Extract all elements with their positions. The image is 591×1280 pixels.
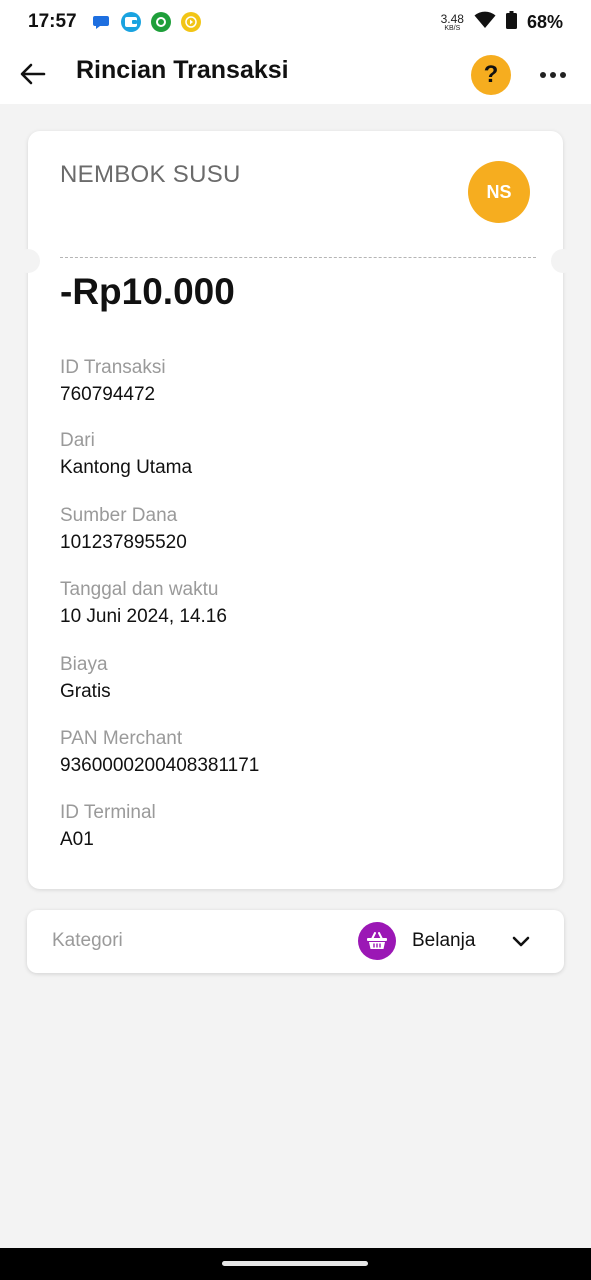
- detail-fee: Biaya Gratis: [60, 653, 111, 704]
- category-selector[interactable]: Kategori Belanja: [27, 910, 564, 973]
- play-coin-icon: [180, 12, 201, 32]
- status-bar: 17:57 3.48 KB/S 68%: [0, 0, 591, 44]
- back-button[interactable]: [18, 59, 48, 89]
- detail-transaction-id: ID Transaksi 760794472: [60, 356, 166, 407]
- detail-label: Biaya: [60, 654, 108, 675]
- wallet-icon: [120, 12, 141, 32]
- detail-from: Dari Kantong Utama: [60, 429, 192, 480]
- app-bar: Rincian Transaksi ?: [0, 44, 591, 104]
- page-title: Rincian Transaksi: [76, 56, 289, 84]
- chat-icon: [91, 12, 111, 32]
- merchant-name: NEMBOK SUSU: [60, 161, 241, 188]
- detail-value: 760794472: [60, 384, 156, 405]
- help-button[interactable]: ?: [471, 55, 511, 95]
- wifi-icon: [474, 11, 496, 34]
- detail-label: ID Terminal: [60, 802, 156, 823]
- chevron-down-icon[interactable]: [509, 930, 533, 954]
- home-gesture-pill[interactable]: [222, 1261, 368, 1266]
- ticket-notch-left: [16, 249, 40, 273]
- more-options-button[interactable]: [538, 60, 568, 90]
- detail-terminal-id: ID Terminal A01: [60, 801, 156, 852]
- detail-label: Dari: [60, 430, 95, 451]
- system-navigation-bar: [0, 1248, 591, 1280]
- detail-date-time: Tanggal dan waktu 10 Juni 2024, 14.16: [60, 578, 227, 629]
- detail-value: 10 Juni 2024, 14.16: [60, 606, 227, 627]
- detail-label: ID Transaksi: [60, 357, 166, 378]
- status-left: 17:57: [28, 11, 201, 33]
- battery-icon: [505, 10, 517, 34]
- transaction-card: NEMBOK SUSU NS -Rp10.000 ID Transaksi 76…: [16, 131, 575, 889]
- shopping-basket-icon: [358, 922, 396, 960]
- category-value: Belanja: [412, 930, 476, 951]
- merchant-avatar: NS: [468, 161, 530, 223]
- question-mark-icon: ?: [483, 61, 499, 88]
- detail-label: Sumber Dana: [60, 505, 178, 526]
- detail-value: A01: [60, 829, 94, 850]
- category-label: Kategori: [52, 930, 123, 951]
- battery-percentage: 68%: [526, 11, 563, 32]
- detail-fund-source: Sumber Dana 101237895520: [60, 504, 187, 555]
- recycle-icon: [150, 12, 171, 32]
- detail-value: 9360000200408381171: [60, 755, 260, 776]
- arrow-left-icon: [20, 63, 46, 85]
- detail-value: Kantong Utama: [60, 457, 193, 478]
- detail-value: 101237895520: [60, 532, 187, 553]
- more-dot: [560, 72, 566, 78]
- more-dot: [550, 72, 556, 78]
- more-dot: [540, 72, 546, 78]
- network-speed: 3.48 KB/S: [441, 13, 464, 32]
- detail-pan-merchant: PAN Merchant 9360000200408381171: [60, 727, 259, 778]
- network-speed-unit: KB/S: [444, 24, 461, 32]
- detail-label: Tanggal dan waktu: [60, 579, 219, 600]
- detail-value: Gratis: [60, 681, 111, 702]
- detail-label: PAN Merchant: [60, 728, 183, 749]
- network-speed-value: 3.48: [440, 11, 464, 26]
- transaction-amount: -Rp10.000: [60, 271, 235, 312]
- dashed-divider: [60, 257, 536, 258]
- status-time: 17:57: [28, 11, 77, 32]
- ticket-notch-right: [551, 249, 575, 273]
- status-right: 3.48 KB/S 68%: [441, 10, 563, 34]
